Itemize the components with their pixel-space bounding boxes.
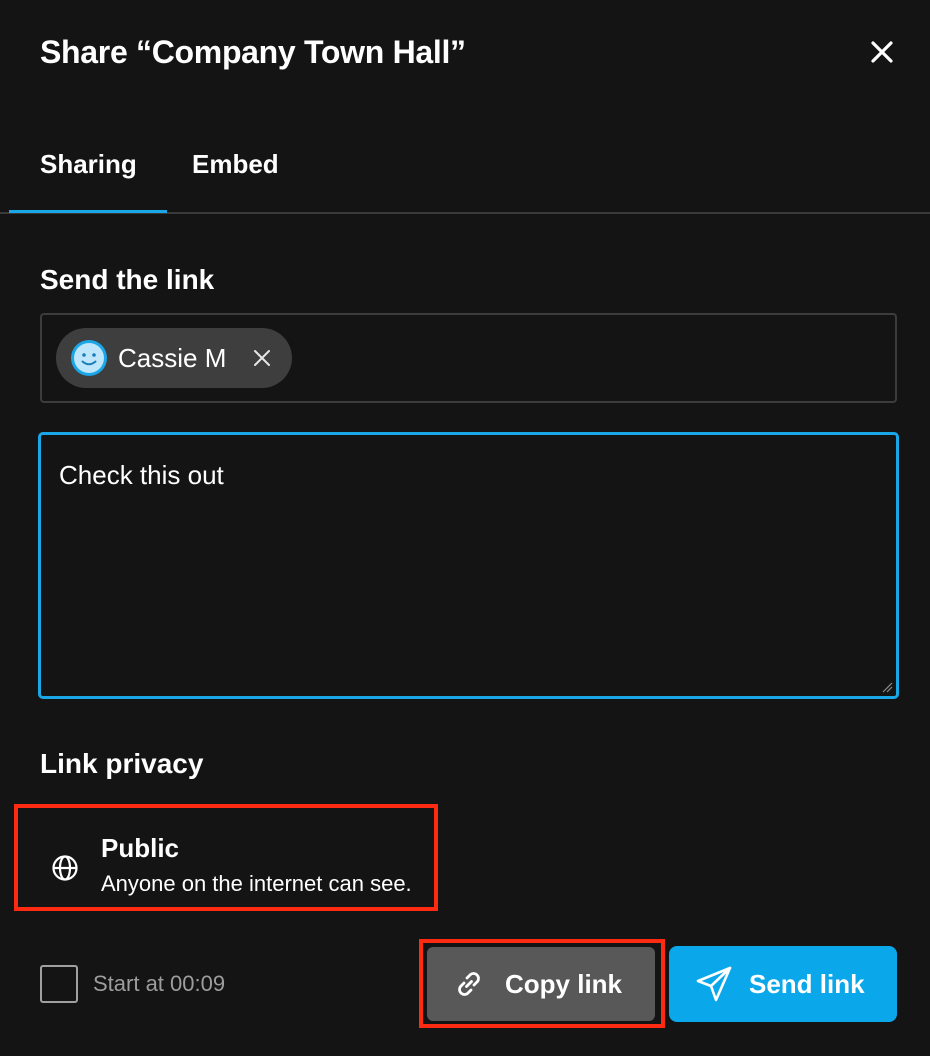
active-tab-indicator: [9, 210, 167, 213]
privacy-option-public[interactable]: Public Anyone on the internet can see.: [14, 804, 438, 911]
send-link-heading: Send the link: [40, 264, 215, 295]
globe-icon: [52, 855, 78, 881]
remove-recipient-close-icon[interactable]: [250, 346, 274, 370]
copy-link-button[interactable]: Copy link: [427, 947, 655, 1021]
dialog-title: Share “Company Town Hall”: [40, 34, 466, 70]
link-icon: [458, 972, 480, 996]
tab-embed[interactable]: Embed: [192, 148, 279, 180]
message-text: Check this out: [59, 460, 224, 490]
tab-sharing[interactable]: Sharing: [40, 148, 137, 180]
smiley-avatar-icon: [71, 340, 107, 376]
close-icon: [871, 41, 893, 63]
resize-grip-icon[interactable]: [881, 681, 893, 693]
close-button[interactable]: [862, 32, 902, 72]
copy-link-label: Copy link: [505, 969, 623, 999]
message-textarea[interactable]: Check this out: [38, 432, 899, 699]
recipient-name: Cassie M: [118, 343, 227, 373]
privacy-option-description: Anyone on the internet can see.: [101, 871, 412, 896]
send-link-label: Send link: [749, 969, 865, 999]
link-privacy-heading: Link privacy: [40, 748, 204, 779]
share-dialog: Share “Company Town Hall” Sharing Embed …: [0, 0, 930, 1056]
start-at-label[interactable]: Start at 00:09: [93, 970, 225, 998]
tab-bar: Sharing Embed: [0, 130, 930, 214]
privacy-option-title: Public: [101, 833, 180, 863]
send-link-button[interactable]: Send link: [669, 946, 897, 1022]
paper-plane-icon: [696, 966, 732, 1002]
recipients-input[interactable]: Cassie M: [40, 313, 897, 403]
recipient-chip: Cassie M: [56, 328, 292, 388]
start-at-checkbox[interactable]: [40, 965, 78, 1003]
